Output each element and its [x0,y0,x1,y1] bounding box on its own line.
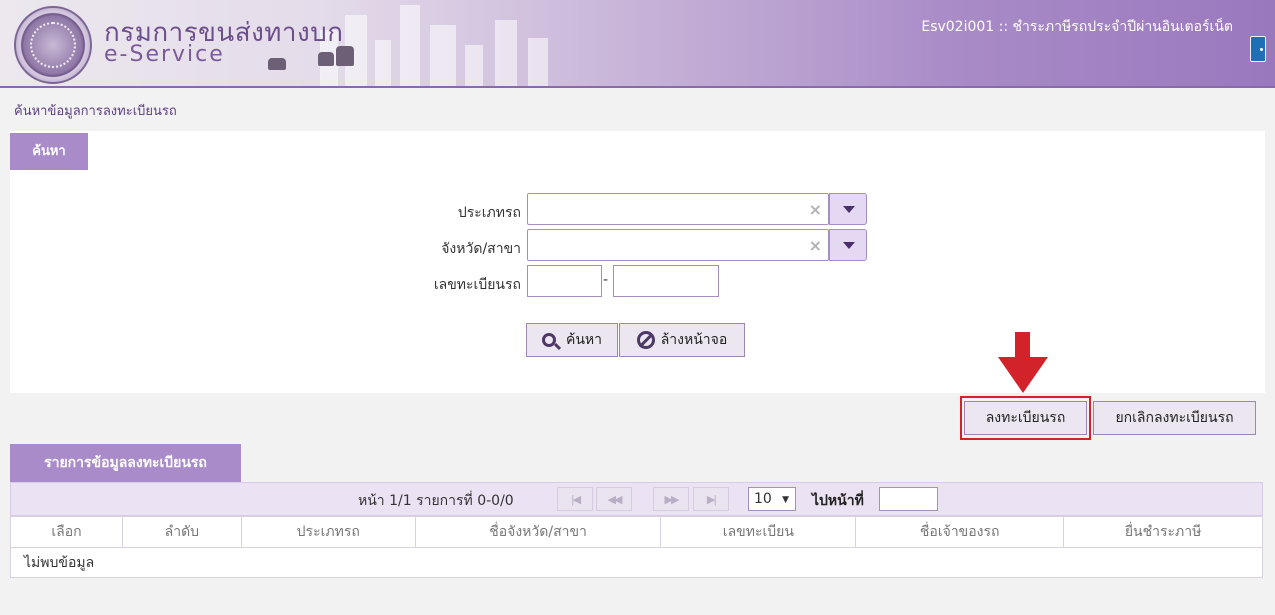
column-header[interactable]: ชื่อจังหวัด/สาขา [414,516,662,548]
truck-icon [336,46,354,66]
results-panel-tab: รายการข้อมูลลงทะเบียนรถ [10,444,241,482]
province-select[interactable]: × [527,229,829,261]
door-exit-icon[interactable] [1250,36,1266,62]
province-dropdown-button[interactable] [829,229,867,261]
arrow-head [998,357,1048,393]
goto-page-input[interactable] [879,487,938,511]
plate-number-input[interactable] [613,265,719,297]
province-label: จังหวัด/สาขา [441,241,521,257]
highlight-box [960,396,1091,440]
column-header[interactable]: ชื่อเจ้าของรถ [855,516,1065,548]
column-header[interactable]: ประเภทรถ [240,516,416,548]
table-row: ไม่พบข้อมูล [10,547,1263,578]
vehicle-type-label: ประเภทรถ [457,205,521,221]
pager-bar [10,482,1263,516]
reset-button[interactable]: ล้างหน้าจอ [619,323,745,357]
goto-page-label: ไปหน้าที่ [812,493,864,509]
car-icon [268,58,286,70]
search-button-label: ค้นหา [565,332,603,348]
pager-status: หน้า 1/1 รายการที่ 0-0/0 [358,493,514,509]
prev-page-icon[interactable]: ◀◀ [596,487,632,511]
ban-icon [636,331,655,349]
column-header[interactable]: ยื่นชำระภาษี [1063,516,1263,548]
reset-button-label: ล้างหน้าจอ [660,332,728,348]
search-button[interactable]: ค้นหา [526,323,618,357]
table-header-row: เลือก ลำดับ ประเภทรถ ชื่อจังหวัด/สาขา เล… [10,516,1263,548]
caret-down-icon [843,206,855,213]
column-header[interactable]: เลือก [10,516,123,548]
department-seal-logo [14,6,92,84]
plate-label: เลขทะเบียนรถ [433,277,521,293]
caret-down-icon [843,242,855,249]
page-title: Esv02i001 :: ชำระภาษีรถประจำปีผ่านอินเตอ… [921,19,1233,35]
page-size-value: 10 [754,491,772,507]
clear-icon[interactable]: × [809,236,822,255]
last-page-icon[interactable]: ▶| [693,487,729,511]
plate-prefix-input[interactable] [527,265,602,297]
vehicle-type-dropdown-button[interactable] [829,193,867,225]
cancel-registration-button[interactable]: ยกเลิกลงทะเบียนรถ [1093,401,1256,435]
vehicle-type-select[interactable]: × [527,193,829,225]
arrow-down-icon [1015,332,1030,358]
app-header: กรมการขนส่งทางบก e-Service Esv02i001 :: … [0,0,1275,88]
results-table: เลือก ลำดับ ประเภทรถ ชื่อจังหวัด/สาขา เล… [10,516,1263,578]
empty-message: ไม่พบข้อมูล [10,547,1263,578]
next-page-icon[interactable]: ▶▶ [653,487,689,511]
column-header[interactable]: ลำดับ [121,516,242,548]
service-name: e-Service [104,42,225,67]
page-size-select[interactable]: 10 ▼ [748,487,796,511]
cancel-registration-label: ยกเลิกลงทะเบียนรถ [1115,410,1234,426]
search-panel-tab: ค้นหา [10,133,88,170]
column-header[interactable]: เลขทะเบียน [660,516,857,548]
search-icon [541,333,556,347]
first-page-icon[interactable]: |◀ [557,487,593,511]
caret-down-icon: ▼ [782,495,789,505]
clear-icon[interactable]: × [809,200,822,219]
car-icon [318,52,334,66]
breadcrumb: ค้นหาข้อมูลการลงทะเบียนรถ [14,104,177,119]
plate-separator: - [603,272,609,288]
